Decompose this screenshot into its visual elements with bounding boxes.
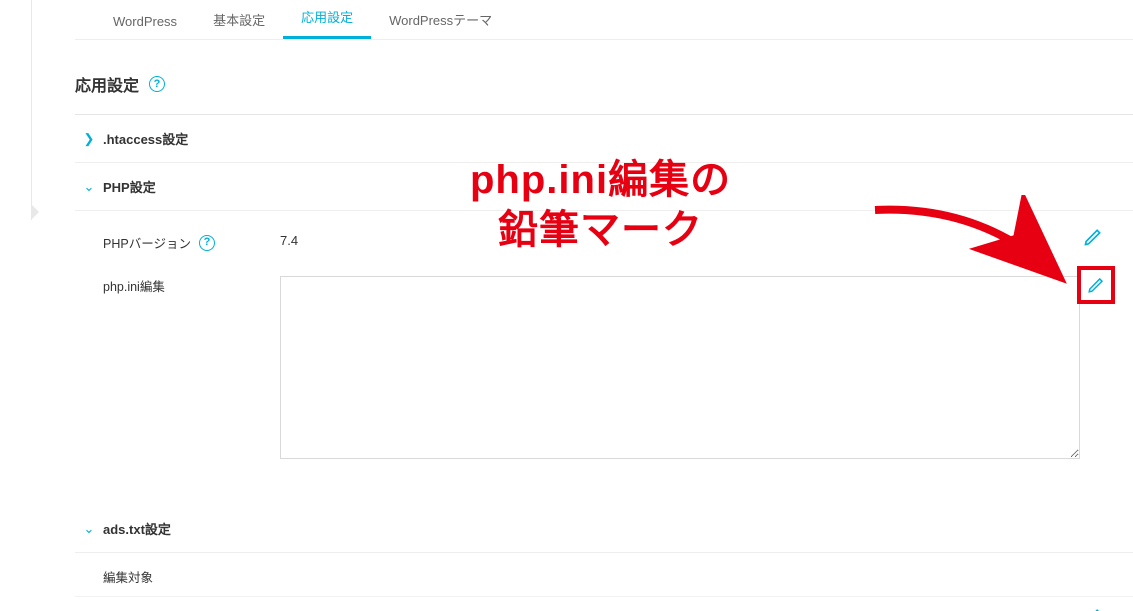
help-icon[interactable]: ? (199, 235, 215, 251)
accordion-adstxt[interactable]: ⌄ ads.txt設定 (75, 505, 1133, 553)
accordion-htaccess-title: .htaccess設定 (103, 129, 188, 148)
section-heading: 応用設定 ? (75, 40, 1133, 114)
accordion-php-title: PHP設定 (103, 177, 156, 196)
edit-php-version-button[interactable] (1083, 227, 1105, 249)
chevron-down-icon: ⌄ (75, 521, 103, 537)
edit-php-ini-button[interactable] (1077, 266, 1115, 304)
pencil-icon (1083, 607, 1103, 611)
accordion-htaccess[interactable]: ❯ .htaccess設定 (75, 115, 1133, 163)
php-ini-textarea[interactable] (280, 276, 1080, 459)
tab-wordpress[interactable]: WordPress (95, 4, 195, 39)
adstxt-body: 編集対象 かんたん登録 ? 設定一覧 (75, 553, 1133, 611)
php-version-row: PHPバージョン ? 7.4 (75, 221, 1133, 264)
php-settings-body: PHPバージョン ? 7.4 php.ini編集 (75, 211, 1133, 505)
chevron-down-icon: ⌄ (75, 179, 103, 195)
php-ini-label: php.ini編集 (103, 276, 165, 295)
accordion-adstxt-title: ads.txt設定 (103, 519, 171, 538)
page-title: 応用設定 (75, 72, 139, 96)
edit-adstxt-button[interactable] (1083, 607, 1105, 611)
php-ini-row: php.ini編集 (75, 264, 1133, 471)
php-version-label: PHPバージョン (103, 233, 191, 252)
help-icon[interactable]: ? (149, 76, 165, 92)
tab-basic-settings[interactable]: 基本設定 (195, 0, 283, 39)
pencil-icon (1083, 227, 1103, 247)
tab-bar: WordPress 基本設定 応用設定 WordPressテーマ (75, 0, 1133, 40)
accordion-php[interactable]: ⌄ PHP設定 (75, 163, 1133, 211)
php-version-value: 7.4 (250, 233, 1133, 248)
tab-wp-theme[interactable]: WordPressテーマ (371, 0, 510, 39)
pencil-icon (1087, 275, 1105, 295)
tab-advanced-settings[interactable]: 応用設定 (283, 0, 371, 39)
chevron-right-icon: ❯ (75, 131, 103, 147)
adstxt-target-label: 編集対象 (75, 553, 1133, 597)
